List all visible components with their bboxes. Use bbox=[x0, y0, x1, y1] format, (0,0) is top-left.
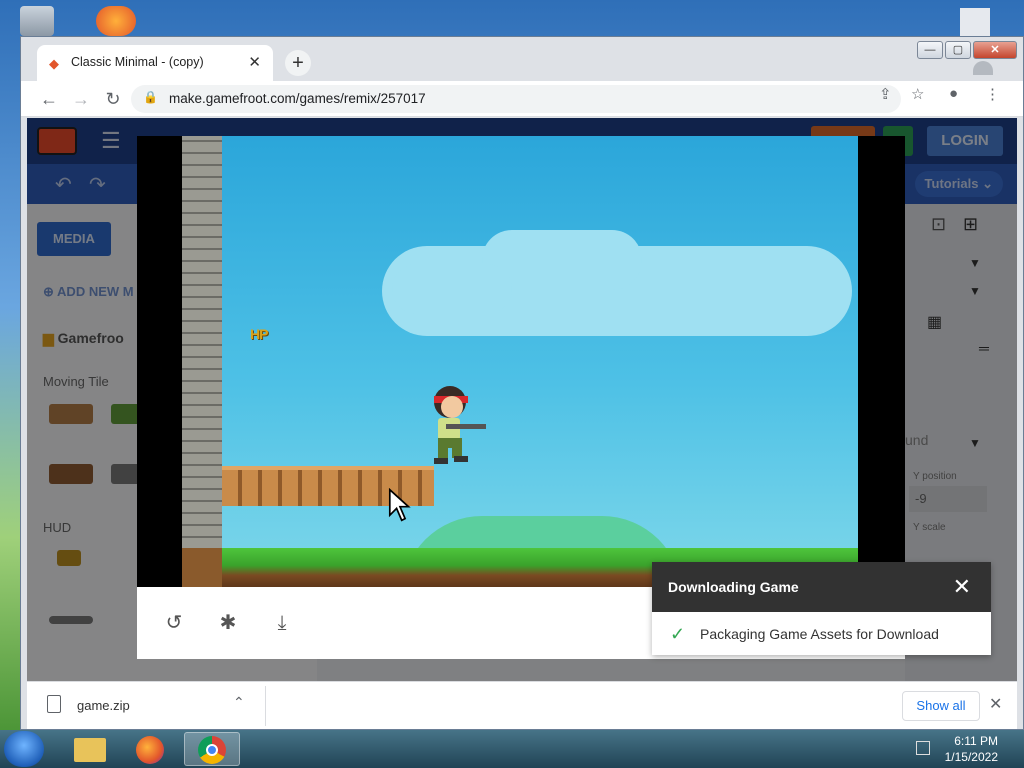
download-toast: Downloading Game ✕ ✓ Packaging Game Asse… bbox=[652, 562, 991, 655]
windows-taskbar: 6:11 PM 1/15/2022 bbox=[0, 730, 1024, 768]
tab-close-icon[interactable]: ✕ bbox=[248, 53, 261, 71]
start-button[interactable] bbox=[4, 731, 44, 767]
game-canvas[interactable]: HP bbox=[137, 136, 905, 587]
restart-icon[interactable]: ↺ bbox=[162, 611, 186, 635]
profile-icon[interactable] bbox=[973, 61, 993, 75]
desktop-file-icon[interactable] bbox=[960, 8, 990, 36]
network-tray-icon[interactable] bbox=[916, 741, 930, 755]
chevron-up-icon[interactable]: ⌃ bbox=[233, 694, 245, 711]
url-text: make.gamefroot.com/games/remix/257017 bbox=[169, 91, 426, 106]
menu-dots-icon[interactable]: ⋮ bbox=[985, 85, 1000, 103]
toast-header: Downloading Game ✕ bbox=[652, 562, 991, 612]
stone-wall bbox=[182, 136, 222, 548]
browser-tab[interactable]: ◆ Classic Minimal - (copy) ✕ bbox=[37, 45, 273, 81]
mouse-cursor-icon bbox=[388, 488, 411, 522]
toast-close-icon[interactable]: ✕ bbox=[953, 574, 971, 600]
share-icon[interactable]: ⇪ bbox=[879, 85, 892, 103]
check-icon: ✓ bbox=[670, 624, 686, 644]
new-tab-button[interactable]: + bbox=[285, 50, 311, 76]
download-shelf: game.zip ⌃ Show all ✕ bbox=[27, 681, 1017, 729]
folder-icon bbox=[74, 738, 106, 762]
bookmark-star-icon[interactable]: ☆ bbox=[911, 85, 924, 103]
game-sky: HP bbox=[182, 136, 858, 587]
maximize-button[interactable]: ▢ bbox=[945, 41, 971, 59]
player-character bbox=[434, 386, 486, 464]
firefox-taskbar-icon[interactable] bbox=[122, 732, 178, 766]
toast-title: Downloading Game bbox=[668, 579, 799, 595]
file-icon bbox=[47, 695, 61, 713]
browser-toolbar: ← → ↻ 🔒 make.gamefroot.com/games/remix/2… bbox=[21, 81, 1023, 117]
cloud bbox=[392, 264, 512, 314]
back-arrow-icon[interactable]: ← bbox=[37, 87, 61, 111]
clock-time[interactable]: 6:11 PM bbox=[948, 734, 998, 748]
firefox-desktop-icon[interactable] bbox=[96, 6, 136, 36]
debug-bug-icon[interactable]: ✱ bbox=[216, 611, 240, 635]
hp-pickup: HP bbox=[250, 326, 268, 342]
lock-icon: 🔒 bbox=[143, 90, 158, 104]
window-titlebar: — ▢ ✕ ◆ Classic Minimal - (copy) ✕ + bbox=[21, 37, 1023, 81]
toast-message: Packaging Game Assets for Download bbox=[700, 626, 939, 642]
download-icon[interactable]: ⤓ bbox=[270, 611, 294, 635]
clock-date[interactable]: 1/15/2022 bbox=[940, 750, 998, 764]
account-icon[interactable]: ● bbox=[949, 85, 958, 102]
forward-arrow-icon[interactable]: → bbox=[69, 87, 93, 111]
explorer-taskbar-icon[interactable] bbox=[62, 732, 118, 766]
recycle-bin-icon[interactable] bbox=[20, 6, 54, 36]
download-file-name[interactable]: game.zip bbox=[77, 698, 130, 713]
address-bar[interactable]: 🔒 make.gamefroot.com/games/remix/257017 bbox=[131, 85, 901, 113]
gamefroot-favicon-icon: ◆ bbox=[49, 56, 59, 71]
chrome-icon-center bbox=[206, 744, 218, 756]
minimize-button[interactable]: — bbox=[917, 41, 943, 59]
show-all-button[interactable]: Show all bbox=[902, 691, 980, 721]
download-divider bbox=[265, 686, 266, 726]
firefox-icon bbox=[136, 736, 164, 764]
tab-title: Classic Minimal - (copy) bbox=[71, 55, 204, 69]
chrome-taskbar-icon[interactable] bbox=[184, 732, 240, 766]
reload-icon[interactable]: ↻ bbox=[101, 87, 125, 111]
window-close-button[interactable]: ✕ bbox=[973, 41, 1017, 59]
download-bar-close-icon[interactable]: ✕ bbox=[989, 694, 1002, 714]
wall-base-dirt bbox=[182, 548, 222, 587]
